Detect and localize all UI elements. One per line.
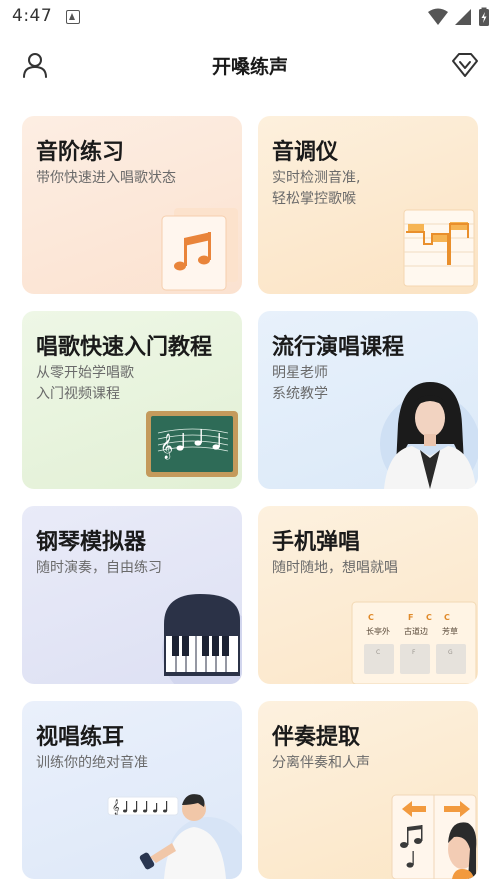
card-subtitle: 随时随地，想唱就唱	[272, 558, 398, 579]
card-scale-practice[interactable]: 音阶练习 带你快速进入唱歌状态	[22, 116, 242, 294]
music-note-card-illustration	[161, 208, 238, 291]
card-subtitle-line: 分离伴奏和人声	[272, 755, 370, 771]
pitch-graph-illustration	[403, 209, 475, 287]
card-subtitle: 带你快速进入唱歌状态	[36, 168, 176, 189]
notification-icon	[66, 10, 80, 24]
card-subtitle-line: 系统教学	[272, 386, 328, 402]
app-header: 开嗓练声	[0, 40, 500, 90]
card-subtitle-line: 带你快速进入唱歌状态	[36, 170, 176, 186]
chord-label: C	[444, 613, 450, 622]
card-title: 手机弹唱	[272, 530, 361, 555]
card-title: 音阶练习	[36, 140, 125, 165]
card-subtitle-line: 随时随地，想唱就唱	[272, 560, 398, 576]
page-title: 开嗓练声	[211, 56, 288, 78]
card-subtitle-line: 明星老师	[272, 365, 328, 381]
card-subtitle-line: 训练你的绝对音准	[36, 755, 148, 771]
chord-sheet-illustration: C F C C 长亭外 古道边 芳草 C F G	[351, 601, 477, 684]
card-pitch-meter[interactable]: 音调仪 实时检测音准, 轻松掌控歌喉	[258, 116, 478, 294]
card-subtitle: 明星老师 系统教学	[272, 363, 328, 405]
card-piano-simulator[interactable]: 钢琴模拟器 随时演奏，自由练习	[22, 506, 242, 684]
status-time: 4:47	[12, 6, 53, 26]
chord-label: C	[426, 613, 432, 622]
signal-icon	[455, 9, 471, 25]
chord-label: F	[408, 613, 413, 622]
lyric-text: 长亭外	[366, 626, 390, 636]
card-title: 音调仪	[272, 140, 339, 165]
card-subtitle: 训练你的绝对音准	[36, 753, 148, 774]
card-pop-singing-course[interactable]: 流行演唱课程 明星老师 系统教学	[258, 311, 478, 489]
lyric-text: 古道边	[404, 626, 428, 636]
card-subtitle-line: 从零开始学唱歌	[36, 365, 134, 381]
teacher-portrait-illustration	[380, 382, 478, 489]
card-accompaniment-extraction[interactable]: 伴奏提取 分离伴奏和人声	[258, 701, 478, 879]
key-label: G	[448, 649, 453, 656]
card-title: 视唱练耳	[36, 725, 125, 750]
card-subtitle: 分离伴奏和人声	[272, 753, 370, 774]
lyric-text: 芳草	[442, 626, 458, 636]
piano-illustration	[162, 594, 242, 684]
singer-illustration: 𝄞	[107, 794, 242, 879]
chalkboard-illustration: 𝄞	[146, 411, 238, 477]
card-subtitle-line: 随时演奏，自由练习	[36, 560, 162, 576]
separation-illustration	[391, 794, 477, 879]
vip-diamond-icon[interactable]	[450, 50, 480, 80]
card-sight-singing-ear-training[interactable]: 视唱练耳 训练你的绝对音准 𝄞	[22, 701, 242, 879]
card-title: 唱歌快速入门教程	[36, 335, 213, 360]
card-singing-beginner-course[interactable]: 唱歌快速入门教程 从零开始学唱歌 入门视频课程 𝄞	[22, 311, 242, 489]
card-subtitle: 从零开始学唱歌 入门视频课程	[36, 363, 134, 405]
card-title: 钢琴模拟器	[36, 530, 147, 555]
key-label: C	[376, 649, 380, 656]
card-subtitle: 实时检测音准, 轻松掌控歌喉	[272, 168, 360, 210]
wifi-icon	[428, 8, 448, 25]
card-title: 伴奏提取	[272, 725, 361, 750]
status-bar: 4:47	[0, 0, 500, 34]
status-icons	[428, 7, 490, 27]
battery-icon	[479, 7, 489, 26]
card-subtitle-line: 入门视频课程	[36, 386, 120, 402]
card-subtitle-line: 轻松掌控歌喉	[272, 191, 356, 207]
card-subtitle-line: 实时检测音准,	[272, 170, 361, 186]
chord-label: C	[368, 613, 374, 622]
card-subtitle: 随时演奏，自由练习	[36, 558, 162, 579]
card-mobile-strum-sing[interactable]: 手机弹唱 随时随地，想唱就唱 C F C C 长亭外 古道边 芳草 C F G	[258, 506, 478, 684]
card-title: 流行演唱课程	[272, 335, 405, 360]
svg-text:𝄞: 𝄞	[112, 800, 120, 815]
key-label: F	[412, 649, 416, 656]
svg-text:𝄞: 𝄞	[160, 433, 173, 459]
